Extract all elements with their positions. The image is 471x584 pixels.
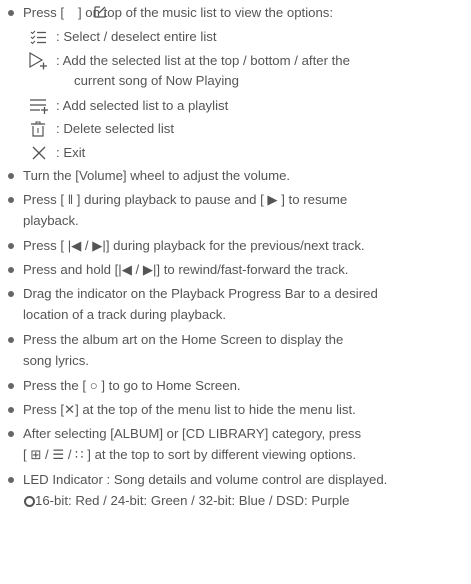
option-add-playlist-text: : Add selected list to a playlist <box>56 98 229 113</box>
bullet-dot <box>8 267 14 273</box>
bullet-dot <box>8 10 14 16</box>
checklist-icon <box>30 29 46 45</box>
edit-square-icon <box>93 5 107 19</box>
trash-icon <box>30 121 46 137</box>
home-text: Press the [ ○ ] to go to Home Screen. <box>23 378 241 393</box>
pause-text: Press [ ‖ ] during playback to pause and… <box>23 192 348 207</box>
bullet-dot <box>8 383 14 389</box>
drag-text-2: location of a track during playback. <box>23 307 227 322</box>
play-add-icon <box>28 51 47 70</box>
rewind-text: Press and hold [|◀ / ▶|] to rewind/fast-… <box>23 262 349 277</box>
bullet-dot <box>8 431 14 437</box>
playlist-add-icon <box>30 98 48 114</box>
sort-text-2: [ ⊞ / ☰ / ∷ ] at the top to sort by diff… <box>23 447 357 462</box>
volume-text: Turn the [Volume] wheel to adjust the vo… <box>23 168 291 183</box>
option-add-now-playing-text: : Add the selected list at the top / bot… <box>56 53 350 68</box>
sort-text: After selecting [ALBUM] or [CD LIBRARY] … <box>23 426 362 441</box>
album-art-text: Press the album art on the Home Screen t… <box>23 332 344 347</box>
bullet-dot <box>8 337 14 343</box>
bullet-dot <box>8 197 14 203</box>
led-text-2: 16-bit: Red / 24-bit: Green / 32-bit: Bl… <box>35 493 350 508</box>
instructions-page: Press [ ] on top of the music list to vi… <box>0 0 471 584</box>
options-intro-text: Press [ ] on top of the music list to vi… <box>23 5 334 20</box>
drag-text: Drag the indicator on the Playback Progr… <box>23 286 378 301</box>
bullet-dot <box>8 407 14 413</box>
pause-text-2: playback. <box>23 213 79 228</box>
option-add-now-playing-text-2: current song of Now Playing <box>74 73 239 88</box>
ring-icon <box>24 496 35 507</box>
option-select-text: : Select / deselect entire list <box>56 29 217 44</box>
hide-menu-text: Press [✕] at the top of the menu list to… <box>23 402 356 417</box>
option-exit-text: : Exit <box>56 145 86 160</box>
album-art-text-2: song lyrics. <box>23 353 89 368</box>
led-text: LED Indicator : Song details and volume … <box>23 472 388 487</box>
bullet-dot <box>8 477 14 483</box>
option-delete-text: : Delete selected list <box>56 121 175 136</box>
bullet-dot <box>8 291 14 297</box>
close-icon <box>32 146 48 162</box>
bullet-dot <box>8 173 14 179</box>
prev-next-text: Press [ |◀ / ▶|] during playback for the… <box>23 238 365 253</box>
bullet-dot <box>8 243 14 249</box>
